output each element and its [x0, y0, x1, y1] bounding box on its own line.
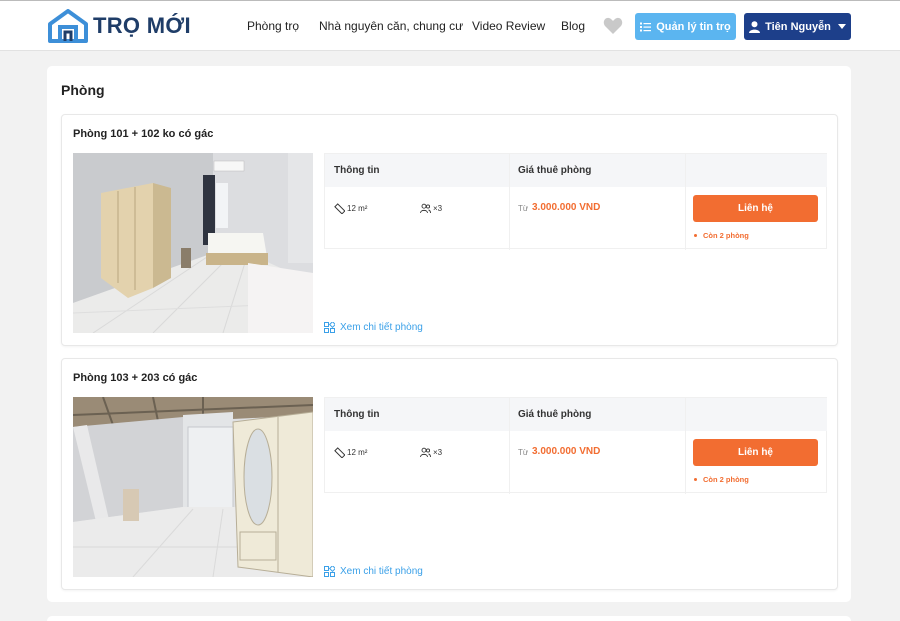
brand-name: TRỌ MỚI	[93, 13, 191, 38]
divider	[509, 154, 510, 250]
manage-listings-label: Quản lý tin trọ	[656, 20, 731, 33]
view-room-details-link[interactable]: Xem chi tiết phòng	[324, 566, 423, 577]
price-prefix: Từ	[518, 204, 529, 213]
people-icon	[420, 203, 431, 214]
section-title: Phòng	[61, 82, 105, 98]
divider	[509, 398, 510, 494]
view-room-details-label: Xem chi tiết phòng	[340, 322, 423, 333]
header-price: Giá thuê phòng	[518, 409, 592, 420]
grid-icon	[324, 566, 335, 577]
room-area: 12 m²	[334, 447, 367, 458]
chevron-down-icon	[837, 24, 846, 29]
capacity-value: ×3	[433, 448, 443, 457]
price-value: 3.000.000 VND	[532, 446, 601, 457]
view-room-details-link[interactable]: Xem chi tiết phòng	[324, 322, 423, 333]
room-photo-image	[73, 397, 313, 577]
room-info-table: Thông tin Giá thuê phòng 12 m² ×3 Từ 3.0…	[324, 153, 827, 250]
area-value: 12 m²	[347, 448, 368, 457]
room-photo[interactable]	[73, 153, 313, 333]
divider	[685, 154, 686, 250]
user-name: Tiên Nguyễn	[765, 20, 831, 33]
ruler-icon	[334, 447, 345, 458]
top-header: TRỌ MỚI Phòng trọ Nhà nguyên căn, chung …	[0, 0, 900, 51]
divider	[685, 398, 686, 494]
rooms-panel: Phòng Phòng 101 + 102 ko có gác Thông ti…	[47, 66, 851, 602]
nav-item-nha-nguyen-can[interactable]: Nhà nguyên căn, chung cư	[319, 19, 463, 33]
bullet-icon	[694, 478, 697, 481]
list-icon	[640, 22, 652, 31]
room-area: 12 m²	[334, 203, 367, 214]
contact-button[interactable]: Liên hệ	[693, 195, 818, 222]
manage-listings-button[interactable]: Quản lý tin trọ	[635, 13, 736, 40]
user-icon	[749, 20, 761, 33]
room-title: Phòng 103 + 203 có gác	[73, 372, 198, 384]
brand-logo[interactable]: TRỌ MỚI	[47, 9, 191, 43]
room-card: Phòng 101 + 102 ko có gác Thông tin Giá …	[61, 114, 838, 346]
area-value: 12 m²	[347, 204, 368, 213]
remaining-rooms: Còn 2 phòng	[694, 231, 749, 240]
room-card: Phòng 103 + 203 có gác Thông tin Giá thu…	[61, 358, 838, 590]
nav-item-video-review[interactable]: Video Review	[472, 19, 545, 33]
header-info: Thông tin	[334, 409, 380, 420]
nav-item-phong-tro[interactable]: Phòng trọ	[247, 19, 299, 33]
house-logo-icon	[48, 9, 88, 43]
remaining-rooms: Còn 2 phòng	[694, 475, 749, 484]
price-prefix: Từ	[518, 448, 529, 457]
room-info-table: Thông tin Giá thuê phòng 12 m² ×3 Từ 3.0…	[324, 397, 827, 494]
room-capacity: ×3	[420, 203, 442, 214]
ruler-icon	[334, 203, 345, 214]
room-photo-image	[73, 153, 313, 333]
people-icon	[420, 447, 431, 458]
nav-item-blog[interactable]: Blog	[561, 19, 585, 33]
next-panel	[47, 616, 851, 621]
price-value: 3.000.000 VND	[532, 202, 601, 213]
contact-button[interactable]: Liên hệ	[693, 439, 818, 466]
bullet-icon	[694, 234, 697, 237]
remaining-text: Còn 2 phòng	[703, 475, 749, 484]
grid-icon	[324, 322, 335, 333]
heart-icon[interactable]	[603, 17, 623, 35]
view-room-details-label: Xem chi tiết phòng	[340, 566, 423, 577]
room-photo[interactable]	[73, 397, 313, 577]
capacity-value: ×3	[433, 204, 443, 213]
header-info: Thông tin	[334, 165, 380, 176]
header-price: Giá thuê phòng	[518, 165, 592, 176]
room-title: Phòng 101 + 102 ko có gác	[73, 128, 214, 140]
remaining-text: Còn 2 phòng	[703, 231, 749, 240]
room-capacity: ×3	[420, 447, 442, 458]
user-menu-button[interactable]: Tiên Nguyễn	[744, 13, 851, 40]
